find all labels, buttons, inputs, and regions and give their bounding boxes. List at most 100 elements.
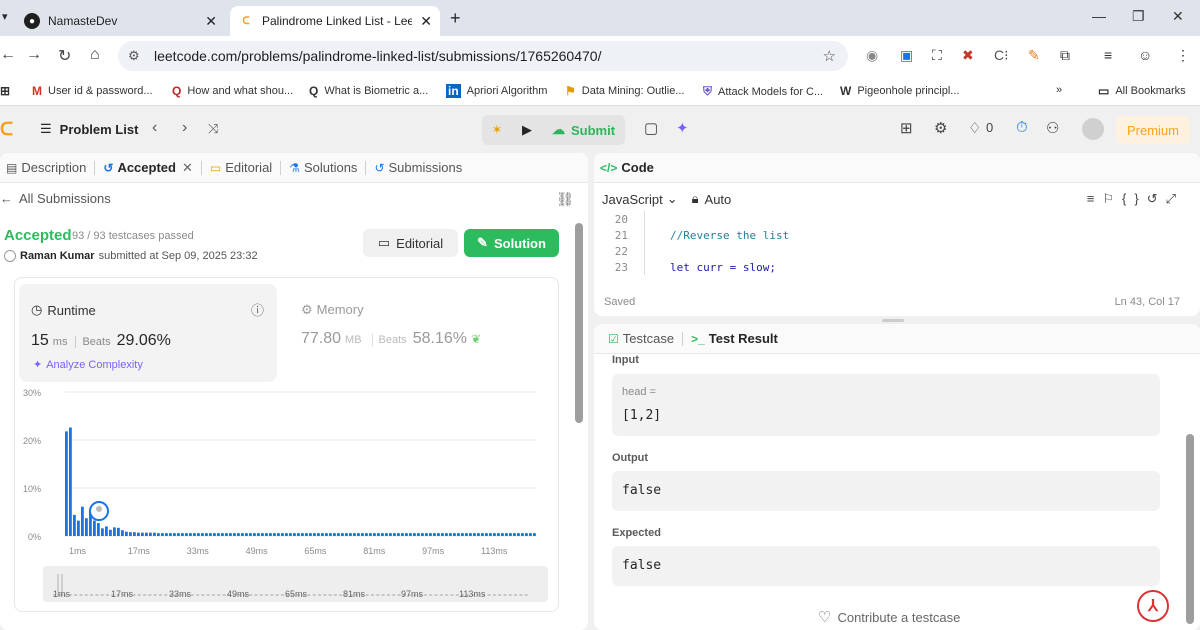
input-value[interactable]: [1,2] [622,408,661,423]
chart-bar [261,533,264,536]
debug-icon[interactable]: ✶ [482,115,512,145]
chevron-down-icon[interactable]: ⌄ [667,191,678,207]
menu-icon[interactable]: ⋮ [1176,47,1190,64]
tab-search-icon[interactable]: ▾ [2,10,8,23]
layout-icon[interactable]: ⊞ [900,119,913,137]
tab-test-result[interactable]: >_ Test Result [685,331,784,346]
submit-button[interactable]: ☁ Submit [542,122,625,138]
pdf-reader-icon[interactable]: ⅄ [1137,590,1169,622]
next-problem-icon[interactable]: › [182,119,187,137]
timer-icon[interactable]: ⏱ [1016,119,1028,136]
close-tab-icon[interactable]: ✕ [205,13,217,30]
editorial-button[interactable]: ▭ Editorial [363,229,458,257]
notes-icon[interactable]: ▢ [644,119,658,137]
bookmark-icon[interactable]: ⚐ [1102,191,1122,206]
extensions-puzzle-icon[interactable]: ⧉ [1060,47,1070,64]
tab-divider [200,160,202,175]
bookmark-star-icon[interactable]: ☆ [823,47,836,65]
reset-icon[interactable]: ↺ [1147,191,1166,206]
reload-icon[interactable]: ↻ [58,46,71,66]
premium-button[interactable]: Premium [1116,116,1190,144]
settings-gear-icon[interactable]: ⚙ [934,119,947,137]
tab-description[interactable]: ▤ Description [0,160,92,175]
extension-icon[interactable]: ◉ [866,47,878,64]
bookmark-item[interactable]: ⛨ Attack Models for C... [703,84,823,99]
bookmark-item[interactable]: in Apriori Algorithm [446,84,547,98]
tab-submissions[interactable]: ↺ Submissions [368,160,468,175]
contribute-testcase-link[interactable]: ♡ Contribute a testcase [818,608,960,626]
extension-icon[interactable]: ✖ [962,47,974,64]
run-icon[interactable]: ▶ [512,115,542,145]
chart-bar [397,533,400,536]
streak-fire-icon[interactable]: ♢ [968,119,981,137]
extension-icon[interactable]: ▣ [900,47,913,64]
heart-icon: ♡ [818,609,832,626]
tab-solutions[interactable]: ⚗ Solutions [283,160,363,175]
tab-testcase[interactable]: ☑ Testcase [602,331,680,346]
apps-icon[interactable]: ⊞ [0,84,16,98]
chart-bar [501,533,504,536]
shuffle-icon[interactable]: ⤨ [208,121,218,137]
tab-accepted[interactable]: ↺ Accepted ✕ [97,160,199,176]
tab-label: Test Result [708,331,778,346]
runtime-range-slider[interactable]: 1ms 17ms 33ms 49ms 65ms 81ms 97ms 113ms [43,566,548,602]
site-info-icon[interactable]: ⚙ [128,48,140,64]
all-bookmarks-button[interactable]: ▭ All Bookmarks [1098,84,1186,98]
reading-list-icon[interactable]: ≡ [1104,47,1112,63]
new-tab-icon[interactable]: + [450,8,461,29]
extension-icon[interactable]: ✎ [1028,47,1040,64]
close-tab-icon[interactable]: ✕ [420,13,432,30]
panel-resize-handle[interactable] [882,319,904,322]
left-scrollbar[interactable] [575,213,583,573]
prev-problem-icon[interactable]: ‹ [152,119,157,137]
avatar[interactable] [1082,118,1104,140]
bookmark-item[interactable]: ⚑ Data Mining: Outlie... [565,84,684,98]
editor-mode[interactable]: Auto [705,192,732,207]
beats-label: Beats [371,334,407,346]
url-bar[interactable]: ⚙ leetcode.com/problems/palindrome-linke… [118,41,848,71]
problem-list-button[interactable]: ☰ Problem List [40,121,138,137]
bookmark-item[interactable]: M User id & password... [32,84,153,98]
minimize-icon[interactable]: — [1092,8,1106,24]
share-link-icon[interactable]: ⛓ [556,191,574,208]
all-submissions-link[interactable]: ← All Submissions [0,191,111,206]
bookmark-item[interactable]: W Pigeonhole principl... [840,84,959,98]
close-tab-icon[interactable]: ✕ [182,160,193,176]
analyze-complexity-link[interactable]: ✦ Analyze Complexity [33,358,143,371]
y-tick-label: 30% [23,388,41,398]
solution-button[interactable]: ✎ Solution [464,229,559,257]
window-close-icon[interactable]: ✕ [1172,8,1184,25]
add-user-icon[interactable]: ⚇ [1046,119,1059,137]
memory-title[interactable]: ⚙ Memory [301,302,364,318]
runtime-box[interactable]: ◷ Runtime ⓘ 15 ms Beats 29.06% ✦ Analyze C… [19,284,277,382]
ai-sparkle-icon[interactable]: ✦ [676,119,689,137]
expand-icon[interactable]: ⤢ [1166,191,1184,206]
tab-editorial[interactable]: ▭ Editorial [204,160,278,175]
braces-icon[interactable]: {} [1122,191,1147,206]
extension-icon[interactable]: C⁝ [994,47,1009,64]
bookmark-item[interactable]: Q How and what shou... [172,84,293,98]
mini-bar [90,594,94,596]
home-icon[interactable]: ⌂ [90,46,100,64]
tab-code[interactable]: </> Code [594,160,660,175]
profile-icon[interactable]: ☺ [1138,47,1152,63]
browser-tab-namastedev[interactable]: ● NamasteDev ✕ [10,6,225,36]
history-icon: ↺ [374,160,385,175]
back-icon[interactable]: ← [0,46,16,64]
chart-bar [505,533,508,536]
scrollbar-thumb[interactable] [575,223,583,423]
format-icon[interactable]: ≡ [1087,191,1103,206]
forward-icon[interactable]: → [26,46,42,64]
more-bookmarks-icon[interactable]: » [1056,84,1062,96]
bookmark-item[interactable]: Q What is Biometric a... [309,84,428,98]
code-editor[interactable]: 20 21 //Reverse the list 22 23 let curr = … [594,211,1194,275]
screenshot-icon[interactable]: ⛶ [932,47,942,64]
leetcode-logo-icon[interactable]: ᑕ [0,119,13,140]
author-name[interactable]: Raman Kumar [20,250,95,262]
browser-tab-leetcode[interactable]: ᑕ Palindrome Linked List - LeetCo ✕ [230,6,440,36]
right-scrollbar-thumb[interactable] [1186,434,1194,624]
info-icon[interactable]: ⓘ [251,300,264,319]
restore-icon[interactable]: ❐ [1132,8,1145,25]
runtime-title: ◷ Runtime [31,302,96,318]
language-select[interactable]: JavaScript [602,192,663,207]
